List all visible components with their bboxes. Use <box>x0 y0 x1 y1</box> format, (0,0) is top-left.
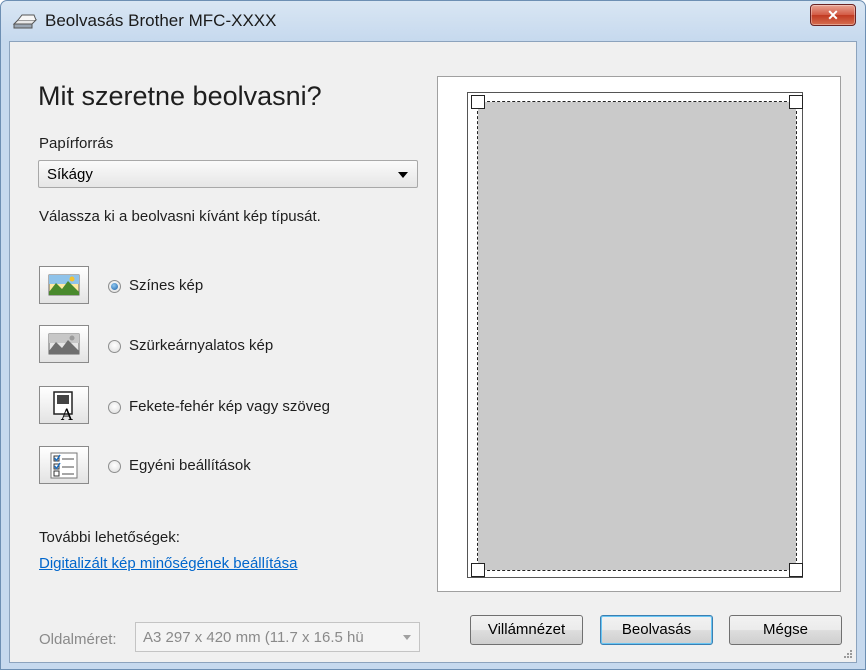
close-icon: ✕ <box>827 6 839 23</box>
page-size-dropdown[interactable]: A3 297 x 420 mm (11.7 x 16.5 hü <box>135 622 420 652</box>
page-title: Mit szeretne beolvasni? <box>38 81 322 111</box>
svg-text:A: A <box>60 405 73 423</box>
more-options-label: További lehetőségek: <box>39 529 180 546</box>
page-size-value: A3 297 x 420 mm (11.7 x 16.5 hü <box>143 629 364 646</box>
scanner-icon <box>12 14 38 29</box>
scan-button[interactable]: Beolvasás <box>600 615 713 645</box>
page-size-label: Oldalméret: <box>39 631 117 648</box>
custom-settings-icon[interactable] <box>39 446 89 484</box>
resize-grip-icon[interactable] <box>843 649 853 659</box>
black-white-text-icon[interactable]: A <box>39 386 89 424</box>
cancel-button[interactable]: Mégse <box>729 615 842 645</box>
option-label-color[interactable]: Színes kép <box>129 277 203 294</box>
custom-settings-radio[interactable] <box>108 460 121 473</box>
grayscale-picture-radio[interactable] <box>108 340 121 353</box>
paper-source-label: Papírforrás <box>39 135 114 152</box>
window-title: Beolvasás Brother MFC-XXXX <box>45 11 277 30</box>
option-label-black-white[interactable]: Fekete-fehér kép vagy szöveg <box>129 398 330 415</box>
chevron-down-icon <box>398 172 408 178</box>
option-label-grayscale[interactable]: Szürkeárnyalatos kép <box>129 337 273 354</box>
crop-handle-bottom-right[interactable] <box>789 563 803 577</box>
option-label-custom[interactable]: Egyéni beállítások <box>129 457 251 474</box>
crop-handle-top-left[interactable] <box>471 95 485 109</box>
paper-source-value: Síkágy <box>47 166 93 183</box>
scan-dialog-window: Beolvasás Brother MFC-XXXX ✕ Mit szeretn… <box>0 0 866 670</box>
color-picture-radio[interactable] <box>108 280 121 293</box>
preview-page <box>467 92 803 578</box>
color-picture-icon[interactable] <box>39 266 89 304</box>
paper-source-dropdown[interactable]: Síkágy <box>38 160 418 188</box>
crop-handle-top-right[interactable] <box>789 95 803 109</box>
picture-type-prompt: Válassza ki a beolvasni kívánt kép típus… <box>39 208 321 225</box>
black-white-radio[interactable] <box>108 401 121 414</box>
scan-quality-link[interactable]: Digitalizált kép minőségének beállítása <box>39 555 297 572</box>
scan-preview-panel <box>437 76 841 592</box>
title-bar[interactable]: Beolvasás Brother MFC-XXXX ✕ <box>1 1 865 41</box>
dialog-body: Mit szeretne beolvasni? Papírforrás Síká… <box>9 41 857 663</box>
chevron-down-icon <box>403 635 411 640</box>
scan-area-selection[interactable] <box>477 101 797 571</box>
crop-handle-bottom-left[interactable] <box>471 563 485 577</box>
grayscale-picture-icon[interactable] <box>39 325 89 363</box>
close-button[interactable]: ✕ <box>810 4 856 26</box>
preview-button[interactable]: Villámnézet <box>470 615 583 645</box>
